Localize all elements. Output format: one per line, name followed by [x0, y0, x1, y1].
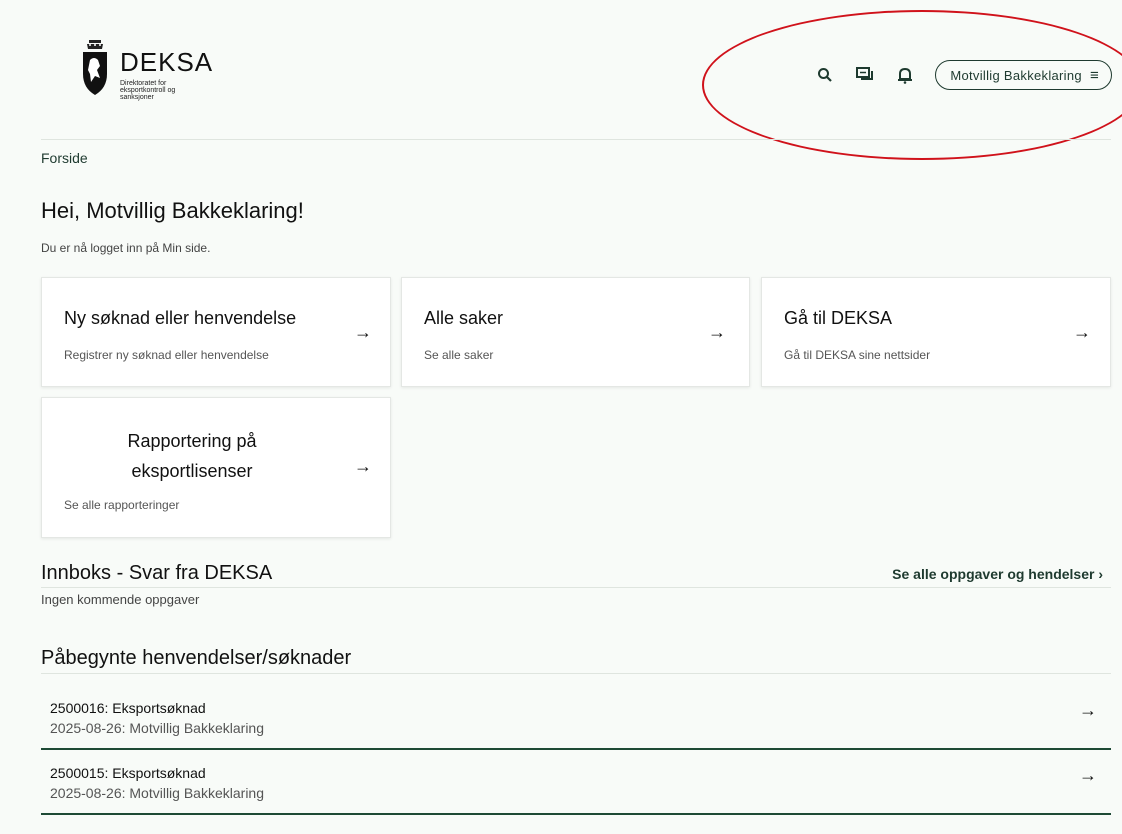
card-description: Gå til DEKSA sine nettsider — [784, 348, 931, 362]
arrow-right-icon: → — [708, 322, 726, 342]
started-applications-title: Påbegynte henvendelser/søknader — [41, 647, 352, 669]
arrow-right-icon: → — [354, 322, 372, 342]
list-item-subtitle: 2025-08-26: Motvillig Bakkeklaring — [50, 785, 264, 801]
logo-subtitle: Direktoratet for eksportkontroll og sank… — [120, 80, 176, 101]
logo-name: DEKSA — [120, 47, 214, 77]
search-icon[interactable] — [815, 65, 835, 85]
list-item[interactable]: 2500016: Eksportsøknad 2025-08-26: Motvi… — [41, 690, 1111, 750]
card-title: Rapportering på eksportlisenser — [42, 426, 342, 486]
export-license-reporting-card[interactable]: Rapportering på eksportlisenser Se alle … — [41, 397, 391, 538]
arrow-right-icon: → — [1079, 700, 1097, 720]
inbox-empty-text: Ingen kommende oppgaver — [41, 592, 200, 607]
logged-in-text: Du er nå logget inn på Min side. — [41, 241, 211, 255]
card-description: Registrer ny søknad eller henvendelse — [64, 348, 269, 362]
new-application-card[interactable]: Ny søknad eller henvendelse Registrer ny… — [41, 277, 391, 387]
deksa-logo[interactable]: DEKSA Direktoratet for eksportkontroll o… — [78, 40, 213, 101]
arrow-right-icon: → — [354, 456, 372, 476]
header-actions: Motvillig Bakkeklaring ≡ — [815, 60, 1112, 90]
arrow-right-icon: → — [1073, 322, 1091, 342]
card-title-line-1: Rapportering på — [127, 431, 257, 451]
bell-icon[interactable] — [895, 65, 915, 85]
card-title: Gå til DEKSA — [784, 308, 893, 328]
list-item-subtitle: 2025-08-26: Motvillig Bakkeklaring — [50, 720, 264, 736]
inbox-divider — [41, 587, 1111, 588]
see-all-tasks-link[interactable]: Se alle oppgaver og hendelser › — [892, 566, 1103, 582]
card-title: Ny søknad eller henvendelse — [64, 308, 297, 328]
inbox-title: Innboks - Svar fra DEKSA — [41, 562, 273, 584]
user-menu-button[interactable]: Motvillig Bakkeklaring ≡ — [935, 60, 1112, 90]
breadcrumb[interactable]: Forside — [41, 150, 88, 166]
menu-icon: ≡ — [1089, 66, 1099, 84]
arrow-right-icon: → — [1079, 765, 1097, 785]
page-title: Hei, Motvillig Bakkeklaring! — [41, 198, 304, 223]
list-item-title: 2500015: Eksportsøknad — [50, 765, 206, 781]
go-to-deksa-card[interactable]: Gå til DEKSA Gå til DEKSA sine nettsider… — [761, 277, 1111, 387]
card-title: Alle saker — [424, 308, 504, 328]
list-item[interactable]: 2500015: Eksportsøknad 2025-08-26: Motvi… — [41, 755, 1111, 815]
chat-icon[interactable] — [855, 65, 875, 85]
card-description: Se alle rapporteringer — [64, 498, 180, 512]
list-item-title: 2500016: Eksportsøknad — [50, 700, 206, 716]
card-description: Se alle saker — [424, 348, 494, 362]
header-divider — [41, 139, 1111, 140]
user-name-label: Motvillig Bakkeklaring — [950, 67, 1082, 83]
all-cases-card[interactable]: Alle saker Se alle saker → — [401, 277, 750, 387]
started-divider — [41, 673, 1111, 674]
coat-of-arms-icon — [83, 40, 107, 95]
card-title-line-2: eksportlisenser — [131, 461, 253, 481]
site-header: DEKSA Direktoratet for eksportkontroll o… — [0, 0, 1122, 140]
